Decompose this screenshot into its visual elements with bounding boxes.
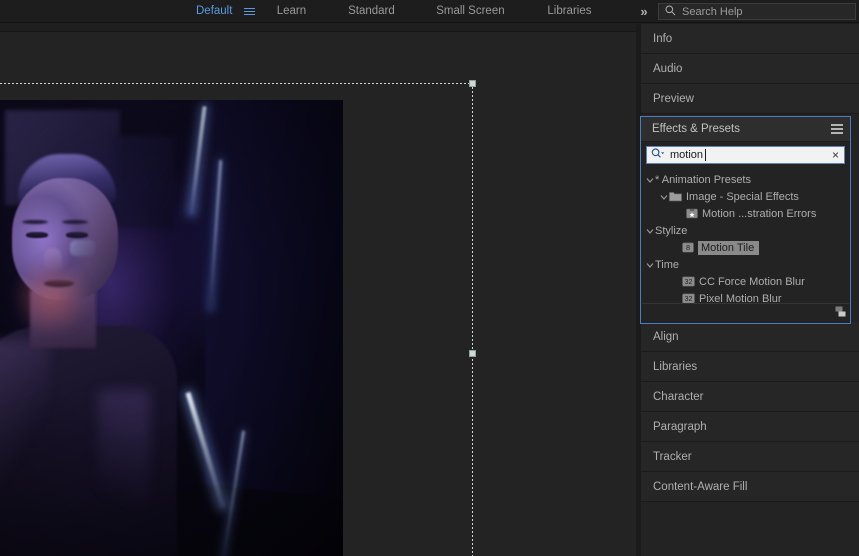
preset-icon — [686, 208, 698, 219]
tree-item-label: Image - Special Effects — [686, 190, 799, 203]
tree-row[interactable]: 32 CC Force Motion Blur — [642, 273, 849, 290]
panel-audio[interactable]: Audio — [641, 54, 859, 84]
svg-text:32: 32 — [685, 279, 693, 286]
effects-panel-header: Effects & Presets — [641, 117, 850, 142]
effects-panel-footer — [642, 303, 849, 322]
help-search-input[interactable]: Search Help — [658, 3, 856, 20]
svg-text:8: 8 — [686, 243, 690, 252]
workspace-tab-standard[interactable]: Standard — [322, 0, 420, 22]
top-toolbar: Default Learn Standard Small Screen Libr… — [0, 0, 859, 23]
overflow-label: » — [640, 4, 648, 19]
tree-item-label: CC Force Motion Blur — [699, 275, 805, 288]
workspace-menu-icon[interactable] — [238, 0, 260, 22]
chevron-down-icon[interactable] — [645, 227, 655, 235]
help-search-placeholder: Search Help — [682, 5, 743, 18]
panel-paragraph[interactable]: Paragraph — [641, 412, 859, 442]
workspace-tab-default-label: Default — [196, 5, 233, 17]
panel-character-label: Character — [653, 390, 704, 403]
magnifier-dropdown-icon[interactable] — [651, 148, 665, 162]
svg-text:32: 32 — [685, 296, 693, 303]
effects-search-value-wrap: motion — [670, 149, 831, 161]
workspace-tabs: Default Learn Standard Small Screen Libr… — [190, 0, 618, 22]
workspace-tab-small-screen-label: Small Screen — [436, 5, 505, 17]
selection-edge-right[interactable] — [472, 83, 473, 556]
effect-32bit-icon: 32 — [682, 276, 695, 287]
tree-row[interactable]: * Animation Presets — [642, 171, 849, 188]
tree-row[interactable]: Time — [642, 256, 849, 273]
selection-handle-top-right[interactable] — [469, 80, 476, 87]
tree-item-label: Motion Tile — [698, 240, 760, 255]
selection-edge-top[interactable] — [0, 83, 473, 84]
panel-align-label: Align — [653, 330, 679, 343]
chevron-down-icon[interactable] — [645, 261, 655, 269]
tree-row[interactable]: Motion ...stration Errors — [642, 205, 849, 222]
panel-menu-icon[interactable] — [831, 122, 843, 137]
workspace-tab-learn[interactable]: Learn — [260, 0, 322, 22]
panel-character[interactable]: Character — [641, 382, 859, 412]
workspace-tab-small-screen[interactable]: Small Screen — [420, 0, 520, 22]
tree-row[interactable]: Stylize — [642, 222, 849, 239]
close-x-icon[interactable]: × — [831, 149, 840, 161]
panel-align[interactable]: Align — [641, 322, 859, 352]
panel-content-aware-fill-label: Content-Aware Fill — [653, 480, 748, 493]
workspace-tab-default[interactable]: Default — [190, 0, 238, 22]
tree-item-label: Motion ...stration Errors — [702, 207, 817, 220]
workspace-tab-learn-label: Learn — [276, 5, 307, 17]
footage-vignette — [0, 100, 343, 556]
effects-panel-title: Effects & Presets — [652, 123, 740, 135]
panel-content-aware-fill[interactable]: Content-Aware Fill — [641, 472, 859, 502]
effects-and-presets-panel[interactable]: Effects & Presets motion × * Animation P… — [640, 116, 851, 324]
double-chevron-right-icon[interactable]: » — [632, 0, 656, 23]
tree-row-selected[interactable]: 8 Motion Tile — [642, 239, 849, 256]
clear-search-label: × — [831, 148, 839, 162]
effect-8bit-icon: 8 — [682, 242, 694, 253]
panel-preview[interactable]: Preview — [641, 84, 859, 114]
panel-paragraph-label: Paragraph — [653, 420, 707, 433]
composition-viewer[interactable] — [0, 24, 636, 556]
workspace-tab-standard-label: Standard — [348, 5, 395, 17]
panel-info-label: Info — [653, 32, 673, 45]
toolbar-left-spacer — [0, 0, 190, 22]
selection-handle-middle-right[interactable] — [469, 350, 476, 357]
tree-row[interactable]: Image - Special Effects — [642, 188, 849, 205]
workspace-tab-libraries[interactable]: Libraries — [520, 0, 618, 22]
effects-search-input[interactable]: motion × — [646, 146, 845, 164]
resize-grip-icon[interactable] — [834, 305, 847, 321]
text-caret — [705, 149, 707, 161]
tree-item-label: * Animation Presets — [655, 173, 751, 186]
folder-icon — [669, 191, 682, 202]
panel-audio-label: Audio — [653, 62, 683, 75]
chevron-down-icon[interactable] — [659, 193, 669, 201]
search-icon — [665, 5, 676, 19]
tree-item-label: Stylize — [655, 224, 688, 237]
panel-tracker-label: Tracker — [653, 450, 692, 463]
hamburger-icon — [243, 6, 255, 17]
panel-libraries-label: Libraries — [653, 360, 698, 373]
panel-info[interactable]: Info — [641, 24, 859, 54]
panel-tracker[interactable]: Tracker — [641, 442, 859, 472]
panel-preview-label: Preview — [653, 92, 694, 105]
tree-item-label: Time — [655, 258, 680, 271]
after-effects-window: Default Learn Standard Small Screen Libr… — [0, 0, 859, 556]
effects-search-value: motion — [670, 149, 704, 161]
chevron-down-icon[interactable] — [645, 176, 655, 184]
effects-search-wrapper: motion × — [641, 142, 850, 167]
workspace-tab-libraries-label: Libraries — [547, 5, 592, 17]
footage-image — [0, 100, 343, 556]
panel-libraries[interactable]: Libraries — [641, 352, 859, 382]
effects-tree[interactable]: * Animation Presets Image - Special Effe… — [642, 171, 849, 305]
viewer-top-strip — [0, 24, 636, 32]
